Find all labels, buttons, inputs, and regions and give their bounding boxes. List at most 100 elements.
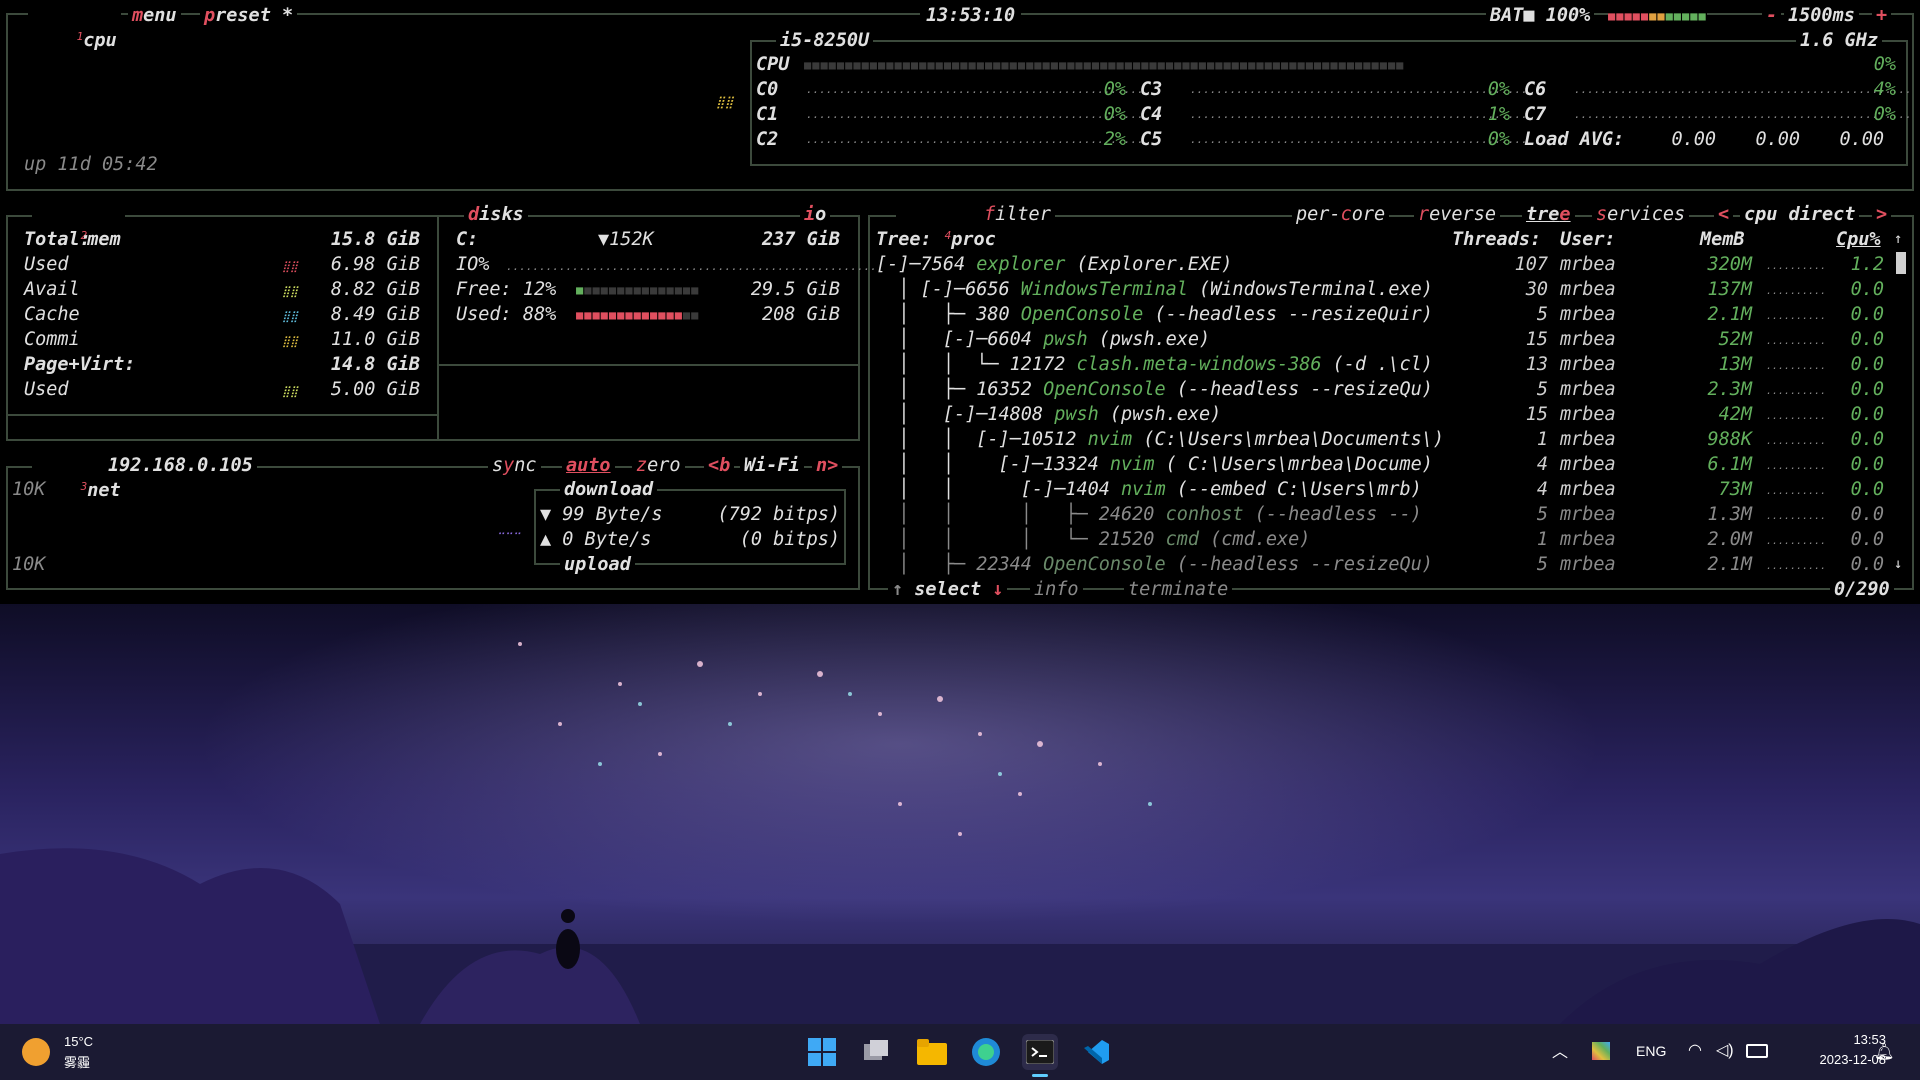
filter-button[interactable]: filter bbox=[980, 202, 1055, 227]
battery-icon[interactable] bbox=[1746, 1044, 1768, 1058]
interval-increase-button[interactable]: + bbox=[1872, 3, 1892, 28]
services-toggle[interactable]: services bbox=[1592, 202, 1690, 227]
cpu-model: i5-8250U bbox=[776, 28, 874, 53]
scroll-down-icon[interactable]: ↓ bbox=[1894, 552, 1902, 577]
process-name: clash.meta-windows-386 bbox=[1076, 354, 1322, 375]
process-tree-cell[interactable]: │ │ │ └─ 21520 cmd (cmd.exe) bbox=[876, 527, 1482, 552]
disk-free-value: 29.5 GiB bbox=[750, 279, 840, 300]
process-mem: 320M bbox=[1707, 254, 1752, 275]
header-tree[interactable]: Tree: bbox=[876, 227, 932, 252]
process-args: (cmd.exe) bbox=[1199, 529, 1311, 550]
core-label: C4 bbox=[1140, 104, 1163, 125]
scroll-up-icon[interactable]: ↑ bbox=[1894, 227, 1902, 252]
header-user[interactable]: User: bbox=[1560, 227, 1616, 252]
process-cpu: 0.0 bbox=[1850, 329, 1884, 350]
process-tree-cell[interactable]: │ │ [-]─1404 nvim (--embed C:\Users\mrb) bbox=[876, 477, 1482, 502]
process-tree-cell[interactable]: │ │ [-]─10512 nvim (C:\Users\mrbea\Docum… bbox=[876, 427, 1482, 452]
process-name: pwsh bbox=[1054, 404, 1099, 425]
process-tree-cell[interactable]: │ │ └─ 12172 clash.meta-windows-386 (-d … bbox=[876, 352, 1482, 377]
cpu-box-title[interactable]: cpu bbox=[83, 30, 116, 51]
file-explorer-icon[interactable] bbox=[914, 1034, 950, 1070]
process-cpu: 0.0 bbox=[1850, 304, 1884, 325]
sync-toggle[interactable]: sync bbox=[488, 453, 541, 478]
net-box-title[interactable]: net bbox=[87, 480, 120, 501]
process-args: (C:\Users\mrbea\Documents\) bbox=[1132, 429, 1445, 450]
upload-bits: (0 bitps) bbox=[739, 529, 840, 550]
process-args: (--headless --) bbox=[1243, 504, 1422, 525]
cpu-frequency: 1.6 GHz bbox=[1796, 28, 1882, 53]
task-view-icon[interactable] bbox=[858, 1034, 894, 1070]
vscode-icon[interactable] bbox=[1078, 1034, 1114, 1070]
start-icon[interactable] bbox=[804, 1034, 840, 1070]
process-cpu-graph: .......... bbox=[1766, 361, 1827, 372]
next-interface-button[interactable]: n> bbox=[812, 453, 843, 478]
notification-bell-icon[interactable]: 🔔︎ bbox=[1874, 1042, 1894, 1062]
taskbar: 15°C 雾霾 ︿ ENG ◠ ◁) 13:53 2023-12-08 🔔︎ bbox=[0, 1024, 1920, 1080]
per-core-toggle[interactable]: per-core bbox=[1292, 202, 1390, 227]
auto-toggle[interactable]: auto bbox=[562, 453, 615, 478]
edge-icon[interactable] bbox=[968, 1034, 1004, 1070]
process-tree-cell[interactable]: │ ├─ 380 OpenConsole (--headless --resiz… bbox=[876, 302, 1482, 327]
process-user: mrbea bbox=[1560, 504, 1616, 525]
header-threads[interactable]: Threads: bbox=[1452, 227, 1541, 252]
process-pid: │ [-]─14808 bbox=[876, 404, 1055, 425]
terminal-active-indicator bbox=[1032, 1074, 1048, 1077]
sort-prev-button[interactable]: < bbox=[1714, 202, 1734, 227]
mem-row-label: Avail bbox=[24, 279, 80, 300]
select-control[interactable]: ↑ select ↓ bbox=[888, 577, 1008, 602]
process-args: (pwsh.exe) bbox=[1098, 404, 1222, 425]
terminal-glyph bbox=[1026, 1040, 1054, 1064]
process-pid: │ │ [-]─13324 bbox=[876, 454, 1110, 475]
wifi-icon[interactable]: ◠ bbox=[1688, 1040, 1702, 1060]
process-threads: 1 bbox=[1536, 529, 1548, 550]
terminal-icon[interactable] bbox=[1022, 1034, 1058, 1070]
io-toggle[interactable]: io bbox=[800, 202, 831, 227]
process-pid: │ ├─ 16352 bbox=[876, 379, 1044, 400]
tray-app-icon[interactable] bbox=[1592, 1042, 1610, 1060]
zero-toggle[interactable]: zero bbox=[632, 453, 685, 478]
process-cpu-graph: .......... bbox=[1766, 536, 1827, 547]
update-interval: 1500ms bbox=[1784, 3, 1859, 28]
process-user: mrbea bbox=[1560, 379, 1616, 400]
process-tree-cell[interactable]: [-]─7564 explorer (Explorer.EXE) bbox=[876, 252, 1482, 277]
process-args: (--headless --resizeQu) bbox=[1165, 554, 1433, 575]
process-pid: │ │ │ ├─ 24620 bbox=[876, 504, 1166, 525]
process-tree-cell[interactable]: │ [-]─14808 pwsh (pwsh.exe) bbox=[876, 402, 1482, 427]
disk-used-label: Used: 88% bbox=[456, 304, 557, 325]
core-percent: 2% bbox=[1103, 129, 1126, 150]
prev-interface-button[interactable]: <b bbox=[704, 453, 735, 478]
process-cpu: 0.0 bbox=[1850, 279, 1884, 300]
reverse-toggle[interactable]: reverse bbox=[1414, 202, 1500, 227]
process-tree-cell[interactable]: │ [-]─6656 WindowsTerminal (WindowsTermi… bbox=[876, 277, 1482, 302]
mem-row-value: 14.8 GiB bbox=[330, 354, 420, 375]
clock-date[interactable]: 2023-12-08 bbox=[1786, 1052, 1887, 1067]
header-mem[interactable]: MemB bbox=[1700, 227, 1745, 252]
process-tree-cell[interactable]: │ │ │ ├─ 24620 conhost (--headless --) bbox=[876, 502, 1482, 527]
header-cpu[interactable]: Cpu% bbox=[1836, 227, 1881, 252]
sort-next-button[interactable]: > bbox=[1872, 202, 1892, 227]
language-indicator[interactable]: ENG bbox=[1636, 1043, 1666, 1059]
process-tree-cell[interactable]: │ [-]─6604 pwsh (pwsh.exe) bbox=[876, 327, 1482, 352]
volume-icon[interactable]: ◁) bbox=[1716, 1040, 1734, 1060]
disk-free-bar: ■■■■■■■■■■■■■■■ bbox=[576, 283, 700, 297]
process-tree-cell[interactable]: │ │ [-]─13324 nvim ( C:\Users\mrbea\Docu… bbox=[876, 452, 1482, 477]
process-tree-cell[interactable]: │ ├─ 22344 OpenConsole (--headless --res… bbox=[876, 552, 1482, 577]
disks-title[interactable]: disks bbox=[464, 202, 528, 227]
process-args: (pwsh.exe) bbox=[1087, 329, 1211, 350]
interval-decrease-button[interactable]: - bbox=[1762, 3, 1782, 28]
scrollbar-thumb[interactable] bbox=[1896, 252, 1906, 274]
menu-button[interactable]: menu bbox=[128, 3, 181, 28]
show-hidden-icons-chevron-icon[interactable]: ︿ bbox=[1552, 1038, 1568, 1062]
process-pid: [-]─7564 bbox=[876, 254, 977, 275]
terminate-button[interactable]: terminate bbox=[1124, 577, 1233, 602]
process-tree-cell[interactable]: │ ├─ 16352 OpenConsole (--headless --res… bbox=[876, 377, 1482, 402]
tree-toggle[interactable]: tree bbox=[1522, 202, 1575, 227]
process-mem: 73M bbox=[1718, 479, 1752, 500]
core-label: C3 bbox=[1140, 79, 1163, 100]
mem-box-title[interactable]: mem bbox=[87, 229, 120, 250]
proc-box-title[interactable]: proc bbox=[951, 229, 996, 250]
preset-button[interactable]: preset * bbox=[200, 3, 298, 28]
btop-terminal[interactable]: 1cpu menu preset * 13:53:10 BAT■ 100% ■■… bbox=[0, 0, 1920, 604]
info-button[interactable]: info bbox=[1030, 577, 1083, 602]
weather-widget[interactable]: 15°C 雾霾 bbox=[22, 1032, 102, 1072]
